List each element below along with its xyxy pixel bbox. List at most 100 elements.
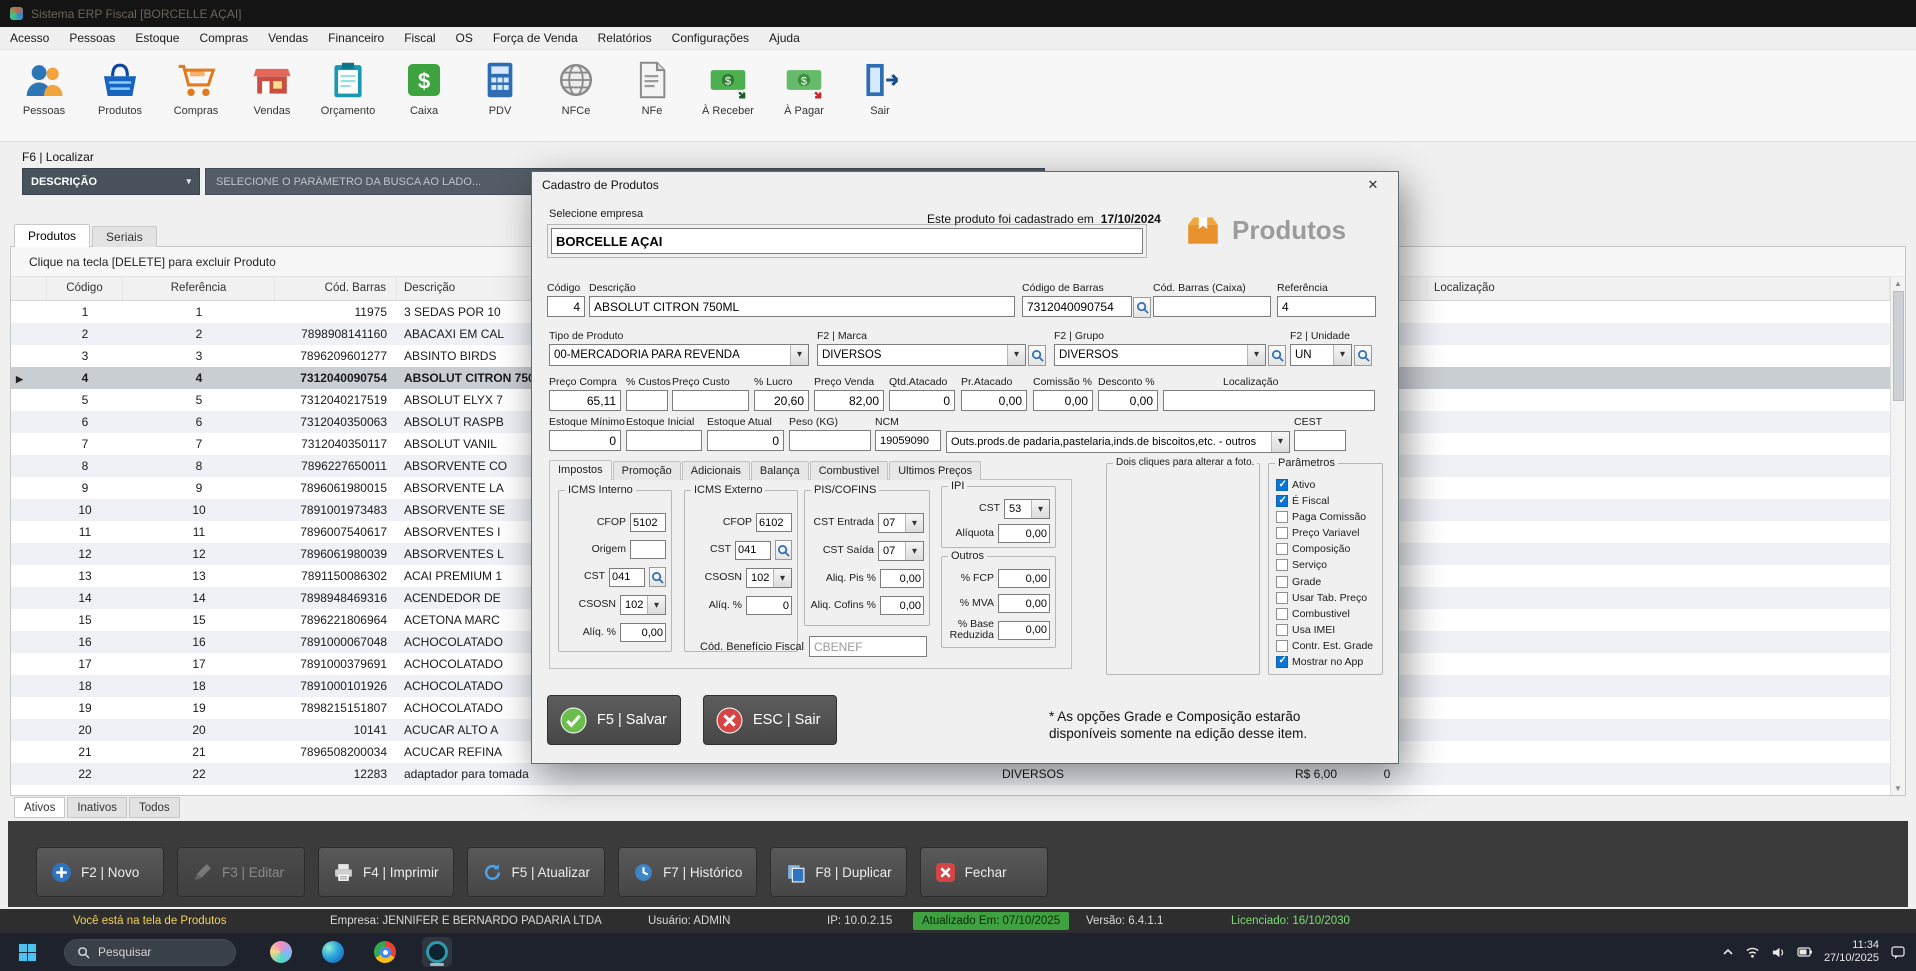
param-checkbox-row[interactable]: Preço Variavel xyxy=(1276,525,1379,541)
referencia-input[interactable] xyxy=(1277,296,1376,317)
menu-item[interactable]: Acesso xyxy=(0,27,59,49)
icms-externo-cst-input[interactable] xyxy=(735,541,771,560)
sair-button[interactable]: ESC | Sair xyxy=(703,695,837,745)
marca-select[interactable]: DIVERSOS xyxy=(817,344,1026,366)
table-row[interactable]: 22 22 12283 adaptador para tomada DIVERS… xyxy=(11,763,1890,785)
notifications-icon[interactable] xyxy=(1890,944,1906,960)
grid-scrollbar[interactable]: ▲ ▼ xyxy=(1890,277,1905,795)
filter-tab[interactable]: Todos xyxy=(129,797,180,818)
col-header-codigo[interactable]: Código xyxy=(47,277,123,300)
duplicar-button[interactable]: F8 | Duplicar xyxy=(770,847,906,897)
tax-tab[interactable]: Promoção xyxy=(613,461,681,480)
empresa-input[interactable] xyxy=(551,228,1143,254)
aliq-pis-input[interactable] xyxy=(880,569,924,588)
menu-item[interactable]: Estoque xyxy=(125,27,189,49)
taskbar-search[interactable]: Pesquisar xyxy=(64,939,236,966)
fcp-input[interactable] xyxy=(998,569,1050,588)
checkbox[interactable] xyxy=(1276,640,1288,652)
cst-search-button[interactable] xyxy=(775,540,792,560)
estoque-atual-input[interactable] xyxy=(707,430,784,451)
custos-input[interactable] xyxy=(626,390,668,411)
scroll-down-icon[interactable]: ▼ xyxy=(1894,782,1902,795)
volume-icon[interactable] xyxy=(1771,945,1786,960)
localizacao-input[interactable] xyxy=(1163,390,1375,411)
preco-venda-input[interactable] xyxy=(814,390,884,411)
beneficio-fiscal-input[interactable] xyxy=(809,636,927,657)
menu-item[interactable]: Ajuda xyxy=(759,27,810,49)
imprimir-button[interactable]: F4 | Imprimir xyxy=(318,847,454,897)
menu-item[interactable]: Vendas xyxy=(258,27,318,49)
toolbar-pessoas[interactable]: Pessoas xyxy=(6,50,82,141)
toolbar-caixa[interactable]: $ Caixa xyxy=(386,50,462,141)
unidade-select[interactable]: UN xyxy=(1290,344,1352,366)
edge-icon[interactable] xyxy=(318,937,348,967)
checkbox[interactable] xyxy=(1276,559,1288,571)
menu-item[interactable]: Compras xyxy=(189,27,258,49)
aliq-cofins-input[interactable] xyxy=(880,596,924,615)
ipi-aliquota-input[interactable] xyxy=(998,524,1050,543)
checkbox[interactable] xyxy=(1276,479,1288,491)
wifi-icon[interactable] xyxy=(1745,945,1760,960)
marca-search-button[interactable] xyxy=(1028,345,1046,366)
param-checkbox-row[interactable]: Paga Comissão xyxy=(1276,509,1379,525)
ipi-cst-select[interactable]: 53 xyxy=(1004,499,1050,519)
grupo-search-button[interactable] xyxy=(1268,345,1286,366)
ncm-input[interactable] xyxy=(875,430,941,451)
peso-input[interactable] xyxy=(789,430,871,451)
filter-tab[interactable]: Inativos xyxy=(67,797,127,818)
fechar-button[interactable]: Fechar xyxy=(920,847,1048,897)
search-field-select[interactable]: DESCRIÇÃO ▾ xyxy=(22,168,200,195)
tax-tab[interactable]: Combustivel xyxy=(810,461,889,480)
cst-search-button[interactable] xyxy=(649,567,666,587)
atualizar-button[interactable]: F5 | Atualizar xyxy=(467,847,606,897)
param-checkbox-row[interactable]: Usa IMEI xyxy=(1276,622,1379,638)
menu-item[interactable]: Configurações xyxy=(662,27,759,49)
cst-entrada-select[interactable]: 07 xyxy=(878,513,924,533)
toolbar-produtos[interactable]: Produtos xyxy=(82,50,158,141)
param-checkbox-row[interactable]: Composição xyxy=(1276,541,1379,557)
param-checkbox-row[interactable]: Grade xyxy=(1276,573,1379,589)
menu-item[interactable]: Relatórios xyxy=(588,27,662,49)
param-checkbox-row[interactable]: Serviço xyxy=(1276,557,1379,573)
erp-app-icon[interactable] xyxy=(422,937,452,967)
param-checkbox-row[interactable]: Ativo xyxy=(1276,477,1379,493)
icms-interno-cst-input[interactable] xyxy=(609,568,645,587)
icms-interno-aliq-input[interactable] xyxy=(620,623,666,642)
toolbar-nfce[interactable]: NFCe xyxy=(538,50,614,141)
grupo-select[interactable]: DIVERSOS xyxy=(1054,344,1266,366)
checkbox[interactable] xyxy=(1276,527,1288,539)
view-tab[interactable]: Produtos xyxy=(14,224,90,247)
menu-item[interactable]: OS xyxy=(446,27,483,49)
tax-tab[interactable]: Adicionais xyxy=(682,461,750,480)
start-button[interactable] xyxy=(12,937,42,967)
foto-box[interactable]: Dois cliques para alterar a foto. xyxy=(1106,463,1260,675)
scroll-up-icon[interactable]: ▲ xyxy=(1894,277,1902,290)
battery-icon[interactable] xyxy=(1797,944,1813,960)
param-checkbox-row[interactable]: Combustivel xyxy=(1276,606,1379,622)
toolbar-orcamento[interactable]: Orçamento xyxy=(310,50,386,141)
param-checkbox-row[interactable]: Contr. Est. Grade xyxy=(1276,638,1379,654)
toolbar-nfe[interactable]: NFe xyxy=(614,50,690,141)
estoque-inicial-input[interactable] xyxy=(626,430,702,451)
barras-search-button[interactable] xyxy=(1133,297,1151,318)
preco-custo-input[interactable] xyxy=(672,390,749,411)
ncm-desc-select[interactable]: Outs.prods.de padaria,pastelaria,inds.de… xyxy=(946,431,1290,453)
copilot-icon[interactable] xyxy=(266,937,296,967)
cest-input[interactable] xyxy=(1294,430,1346,451)
checkbox[interactable] xyxy=(1276,656,1288,668)
icms-interno-origem-input[interactable] xyxy=(630,540,666,559)
unidade-search-button[interactable] xyxy=(1354,345,1372,366)
checkbox[interactable] xyxy=(1276,592,1288,604)
checkbox[interactable] xyxy=(1276,608,1288,620)
menu-item[interactable]: Pessoas xyxy=(59,27,125,49)
toolbar-a-pagar[interactable]: $ À Pagar xyxy=(766,50,842,141)
menu-item[interactable]: Fiscal xyxy=(394,27,445,49)
toolbar-sair[interactable]: Sair xyxy=(842,50,918,141)
chrome-icon[interactable] xyxy=(370,937,400,967)
tax-tab[interactable]: Ultimos Preços xyxy=(889,461,981,480)
pr-atacado-input[interactable] xyxy=(961,390,1027,411)
icms-interno-cfop-input[interactable] xyxy=(630,513,666,532)
toolbar-vendas[interactable]: Vendas xyxy=(234,50,310,141)
desconto-input[interactable] xyxy=(1098,390,1158,411)
icms-externo-aliq-input[interactable] xyxy=(746,596,792,615)
